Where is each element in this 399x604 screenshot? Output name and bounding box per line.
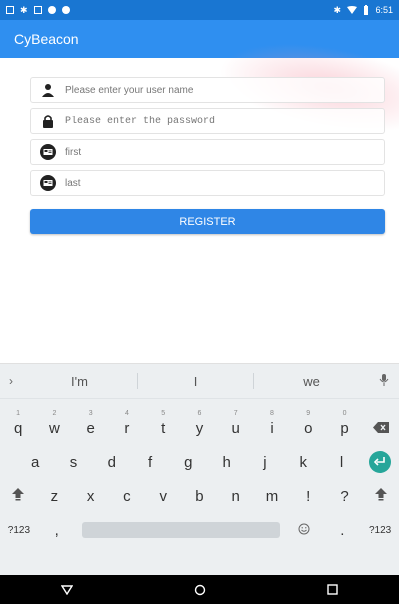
key-row-3: z x c v b n m ! ?	[0, 480, 399, 512]
symbols-key-right[interactable]: ?123	[361, 525, 399, 536]
back-triangle-icon	[60, 584, 73, 595]
key-m[interactable]: m	[254, 488, 290, 505]
key-f[interactable]: f	[131, 454, 169, 471]
shift-icon	[374, 488, 387, 501]
emoji-key[interactable]	[286, 522, 324, 539]
key-comma[interactable]: ,	[38, 522, 76, 539]
register-button[interactable]: REGISTER	[30, 209, 385, 234]
chevron-right-icon[interactable]: ›	[0, 374, 22, 388]
status-icons-left: ✱	[0, 5, 70, 15]
suggestion-strip: › I'm I we	[0, 364, 399, 399]
register-form: REGISTER	[0, 29, 399, 363]
key-a[interactable]: a	[16, 454, 54, 471]
key-row-4: ?123 , . ?123	[0, 514, 399, 546]
screen: ✱ ✱ 6:51 CyBeacon Please enter your user…	[0, 0, 399, 604]
shift-key-right[interactable]	[363, 487, 399, 505]
last-name-field[interactable]	[30, 170, 385, 196]
backspace-key[interactable]	[363, 420, 399, 437]
key-t[interactable]: 5t	[145, 410, 181, 437]
back-button[interactable]	[50, 580, 84, 600]
key-s[interactable]: s	[54, 454, 92, 471]
soft-keyboard: › I'm I we 1q 2w 3e 4r 5t 6y 7u 8i 9o 0p	[0, 363, 399, 576]
key-u[interactable]: 7u	[218, 410, 254, 437]
user-icon	[39, 81, 57, 99]
password-field[interactable]	[30, 108, 385, 134]
bluetooth-icon: ✱	[333, 5, 342, 15]
suggestion-item[interactable]: I'm	[22, 374, 137, 389]
key-c[interactable]: c	[109, 488, 145, 505]
key-g[interactable]: g	[169, 454, 207, 471]
home-circle-icon	[194, 584, 205, 595]
key-row-2: a s d f g h j k l	[0, 446, 399, 478]
notification-icon	[6, 6, 14, 14]
key-i[interactable]: 8i	[254, 410, 290, 437]
status-bar: ✱ ✱ 6:51	[0, 0, 399, 20]
status-icons-right: ✱ 6:51	[333, 5, 399, 15]
key-e[interactable]: 3e	[73, 410, 109, 437]
home-button[interactable]	[183, 580, 217, 600]
suggestion-item[interactable]: we	[254, 374, 369, 389]
last-name-input[interactable]	[63, 176, 367, 190]
app-notification-icon: ✱	[20, 5, 28, 15]
enter-key[interactable]	[361, 451, 399, 473]
key-y[interactable]: 6y	[181, 410, 217, 437]
key-v[interactable]: v	[145, 488, 181, 505]
key-r[interactable]: 4r	[109, 410, 145, 437]
recents-square-icon	[327, 584, 338, 595]
key-exclamation[interactable]: !	[290, 488, 326, 505]
lock-icon	[39, 112, 57, 130]
key-o[interactable]: 9o	[290, 410, 326, 437]
username-input[interactable]	[63, 83, 367, 97]
gallery-icon	[34, 6, 42, 14]
key-row-1: 1q 2w 3e 4r 5t 6y 7u 8i 9o 0p	[0, 410, 399, 444]
key-h[interactable]: h	[207, 454, 245, 471]
key-j[interactable]: j	[246, 454, 284, 471]
key-x[interactable]: x	[73, 488, 109, 505]
password-input[interactable]	[63, 114, 367, 128]
suggestion-item[interactable]: I	[138, 374, 253, 389]
key-p[interactable]: 0p	[326, 410, 362, 437]
location-icon	[62, 6, 70, 14]
status-time: 6:51	[375, 5, 393, 15]
space-key[interactable]	[81, 522, 280, 538]
symbols-key-left[interactable]: ?123	[0, 525, 38, 536]
emoji-icon	[298, 523, 310, 534]
first-name-field[interactable]	[30, 139, 385, 165]
key-k[interactable]: k	[284, 454, 322, 471]
wifi-icon	[347, 6, 358, 14]
sync-icon	[48, 6, 56, 14]
id-card-icon	[39, 174, 57, 192]
key-question[interactable]: ?	[326, 488, 362, 505]
key-b[interactable]: b	[181, 488, 217, 505]
backspace-icon	[372, 421, 389, 433]
key-z[interactable]: z	[36, 488, 72, 505]
key-q[interactable]: 1q	[0, 410, 36, 437]
shift-key-left[interactable]	[0, 487, 36, 505]
navigation-bar	[0, 575, 399, 604]
first-name-input[interactable]	[63, 145, 367, 159]
recents-button[interactable]	[316, 580, 350, 600]
id-card-icon	[39, 143, 57, 161]
key-period[interactable]: .	[323, 522, 361, 539]
app-title: CyBeacon	[14, 31, 79, 47]
key-w[interactable]: 2w	[36, 410, 72, 437]
username-field[interactable]	[30, 77, 385, 103]
battery-icon	[364, 5, 369, 15]
key-n[interactable]: n	[218, 488, 254, 505]
key-l[interactable]: l	[322, 454, 360, 471]
shift-icon	[12, 488, 25, 501]
microphone-icon[interactable]	[369, 373, 399, 389]
enter-icon	[368, 451, 391, 473]
key-d[interactable]: d	[93, 454, 131, 471]
